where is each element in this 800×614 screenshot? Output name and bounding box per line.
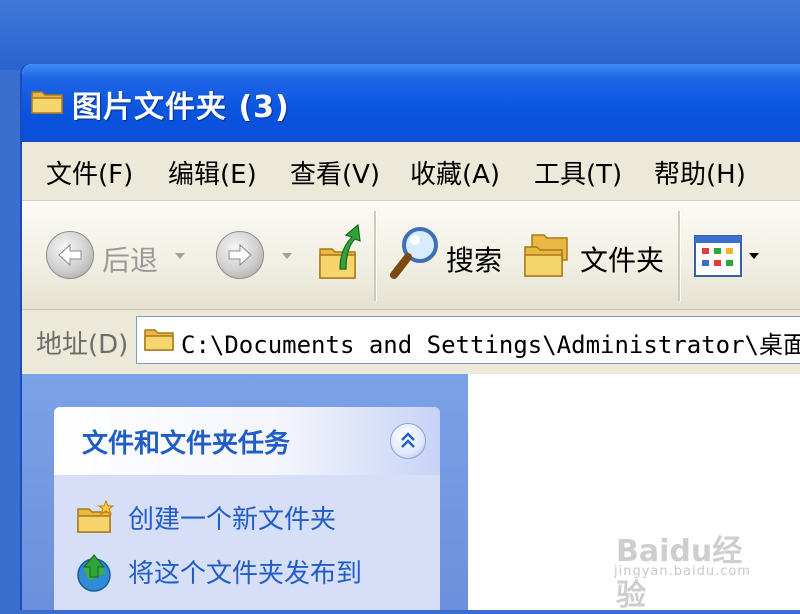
menu-tools[interactable]: 工具(T)	[534, 154, 622, 191]
desktop-background	[0, 0, 800, 70]
views-icon[interactable]	[694, 235, 744, 281]
folders-icon[interactable]	[522, 229, 572, 283]
task-new-folder-label: 创建一个新文件夹	[128, 505, 337, 535]
address-path: C:\Documents and Settings\Administrator\…	[181, 331, 800, 359]
standard-toolbar: 后退 搜索 文件夹	[22, 201, 800, 310]
task-publish-folder-label: 将这个文件夹发布到	[128, 559, 363, 589]
search-icon[interactable]	[388, 225, 442, 285]
address-bar: 地址(D) C:\Documents and Settings\Administ…	[22, 310, 800, 372]
menu-edit[interactable]: 编辑(E)	[168, 154, 257, 191]
menu-bar: 文件(F) 编辑(E) 查看(V) 收藏(A) 工具(T) 帮助(H)	[22, 142, 800, 201]
task-panel-header[interactable]: 文件和文件夹任务	[54, 407, 440, 475]
watermark-url: jingyan.baidu.com	[614, 564, 751, 579]
title-bar[interactable]: 图片文件夹 (3)	[22, 64, 800, 142]
back-label: 后退	[102, 244, 159, 277]
up-folder-icon[interactable]	[316, 223, 362, 287]
search-button[interactable]: 搜索	[446, 239, 502, 279]
task-panel-title: 文件和文件夹任务	[82, 429, 291, 459]
address-input[interactable]: C:\Documents and Settings\Administrator\…	[136, 316, 800, 364]
menu-help[interactable]: 帮助(H)	[654, 154, 746, 191]
file-folder-tasks-panel: 文件和文件夹任务 创建一个新文件夹 将这个文件夹发布到	[54, 407, 440, 610]
folder-icon	[143, 325, 175, 357]
task-pane: 文件和文件夹任务 创建一个新文件夹 将这个文件夹发布到	[22, 374, 468, 610]
folder-icon	[30, 86, 64, 116]
collapse-button[interactable]	[390, 423, 426, 459]
arrow-right-icon	[228, 243, 252, 267]
address-label: 地址(D)	[36, 330, 129, 360]
menu-file[interactable]: 文件(F)	[46, 154, 133, 191]
back-button[interactable]	[46, 231, 94, 279]
views-dropdown-icon[interactable]	[749, 253, 759, 259]
publish-web-icon	[76, 553, 116, 600]
window-title: 图片文件夹 (3)	[72, 90, 290, 125]
toolbar-separator	[374, 211, 377, 301]
new-folder-icon	[76, 499, 116, 544]
forward-dropdown-icon[interactable]	[282, 253, 292, 259]
menu-view[interactable]: 查看(V)	[290, 154, 380, 191]
baidu-jingyan-watermark: Baidu经验 jingyan.baidu.com	[612, 512, 762, 613]
arrow-left-icon	[58, 243, 82, 267]
menu-favorites[interactable]: 收藏(A)	[410, 154, 500, 191]
forward-button[interactable]	[216, 231, 264, 279]
toolbar-separator	[678, 211, 681, 301]
folders-button[interactable]: 文件夹	[580, 239, 664, 279]
chevron-up-icon	[401, 432, 415, 448]
back-dropdown-icon[interactable]	[175, 253, 185, 259]
